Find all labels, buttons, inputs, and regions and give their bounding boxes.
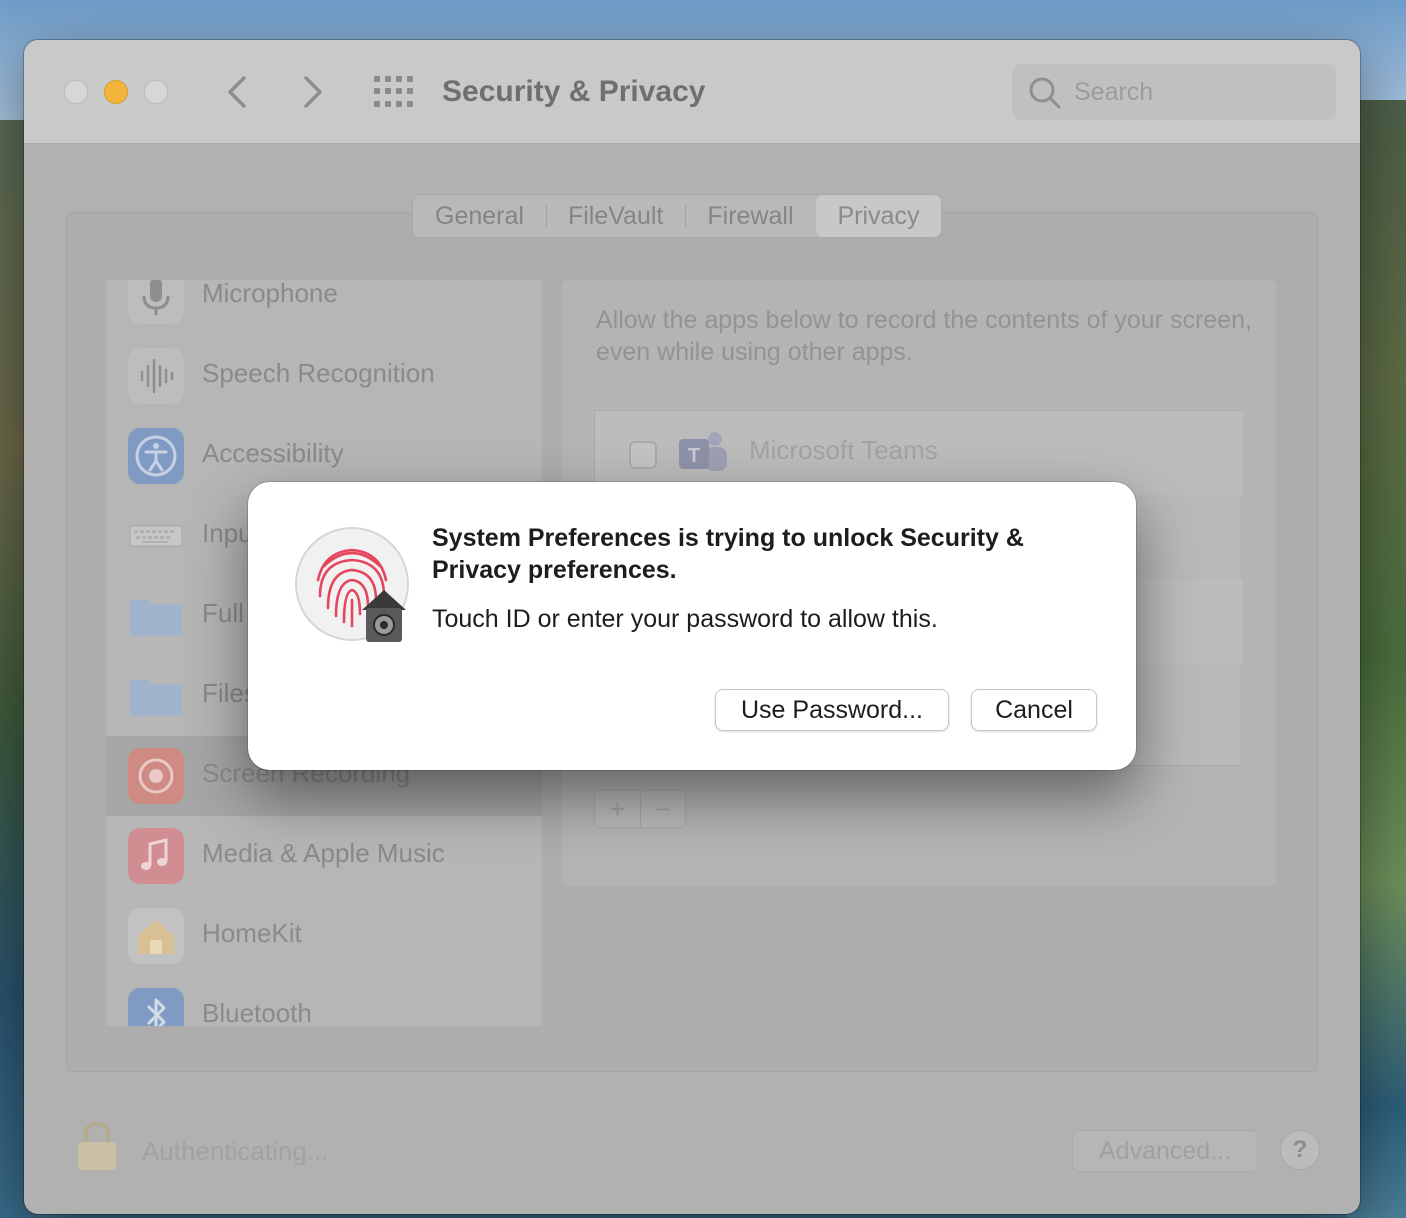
remove-button[interactable]: − — [640, 791, 685, 827]
titlebar: Security & Privacy — [24, 40, 1360, 144]
advanced-button[interactable]: Advanced... — [1072, 1130, 1258, 1172]
dialog-title: System Preferences is trying to unlock S… — [432, 524, 1024, 584]
auth-status: Authenticating... — [142, 1136, 329, 1166]
add-remove-control: + − — [594, 790, 686, 828]
sidebar-item-microphone[interactable]: Microphone — [106, 280, 542, 336]
app-name: Microsoft Teams — [749, 435, 938, 465]
chevron-left-icon — [228, 76, 246, 108]
minimize-button[interactable] — [104, 80, 128, 104]
touch-id-fingerprint-icon — [294, 526, 414, 646]
home-icon — [128, 908, 184, 964]
zoom-button[interactable] — [144, 80, 168, 104]
use-password-button[interactable]: Use Password... — [715, 689, 949, 731]
pane-description: Allow the apps below to record the conte… — [596, 306, 1252, 366]
app-checkbox[interactable] — [629, 441, 657, 469]
microphone-icon — [128, 280, 184, 324]
dialog-message: Touch ID or enter your password to allow… — [432, 605, 938, 633]
chevron-right-icon — [304, 76, 322, 108]
sidebar-item-label: Inpu — [202, 518, 253, 548]
tab-privacy[interactable]: Privacy — [815, 195, 942, 237]
tab-filevault[interactable]: FileVault — [545, 195, 685, 237]
help-button[interactable]: ? — [1280, 1130, 1320, 1170]
sidebar-item-label: HomeKit — [202, 918, 302, 948]
lock-icon[interactable] — [74, 1120, 120, 1172]
sidebar-item-bluetooth[interactable]: Bluetooth — [106, 976, 542, 1026]
sidebar-item-label: Microphone — [202, 280, 338, 308]
keyboard-icon — [128, 508, 184, 564]
sidebar-item-media-apple-music[interactable]: Media & Apple Music — [106, 816, 542, 896]
sidebar-item-label: Bluetooth — [202, 998, 312, 1026]
waveform-icon — [128, 348, 184, 404]
tab-general[interactable]: General — [413, 195, 546, 237]
sidebar-item-label: Full — [202, 598, 244, 628]
close-button[interactable] — [64, 80, 88, 104]
folder-icon — [128, 668, 184, 724]
search-field[interactable] — [1012, 64, 1336, 120]
tab-bar: General FileVault Firewall Privacy — [412, 194, 943, 238]
cancel-button[interactable]: Cancel — [971, 689, 1097, 731]
svg-text:T: T — [688, 445, 700, 467]
search-icon — [1029, 77, 1061, 109]
folder-icon — [128, 588, 184, 644]
auth-dialog: System Preferences is trying to unlock S… — [248, 482, 1136, 770]
tab-firewall[interactable]: Firewall — [685, 195, 815, 237]
screen-recording-icon — [128, 748, 184, 804]
add-button[interactable]: + — [595, 791, 640, 827]
sidebar-item-label: Media & Apple Music — [202, 838, 445, 868]
teams-icon: T — [675, 425, 731, 481]
sidebar-item-homekit[interactable]: HomeKit — [106, 896, 542, 976]
search-input[interactable] — [1074, 74, 1314, 110]
sidebar-item-label: Accessibility — [202, 438, 344, 468]
sidebar-item-label: Speech Recognition — [202, 358, 435, 388]
sidebar-item-speech-recognition[interactable]: Speech Recognition — [106, 336, 542, 416]
forward-button[interactable] — [292, 70, 332, 114]
show-all-grid-icon[interactable] — [374, 76, 414, 108]
accessibility-icon — [128, 428, 184, 484]
back-button[interactable] — [218, 70, 258, 114]
bluetooth-icon — [128, 988, 184, 1026]
window-title: Security & Privacy — [442, 75, 706, 108]
music-note-icon — [128, 828, 184, 884]
